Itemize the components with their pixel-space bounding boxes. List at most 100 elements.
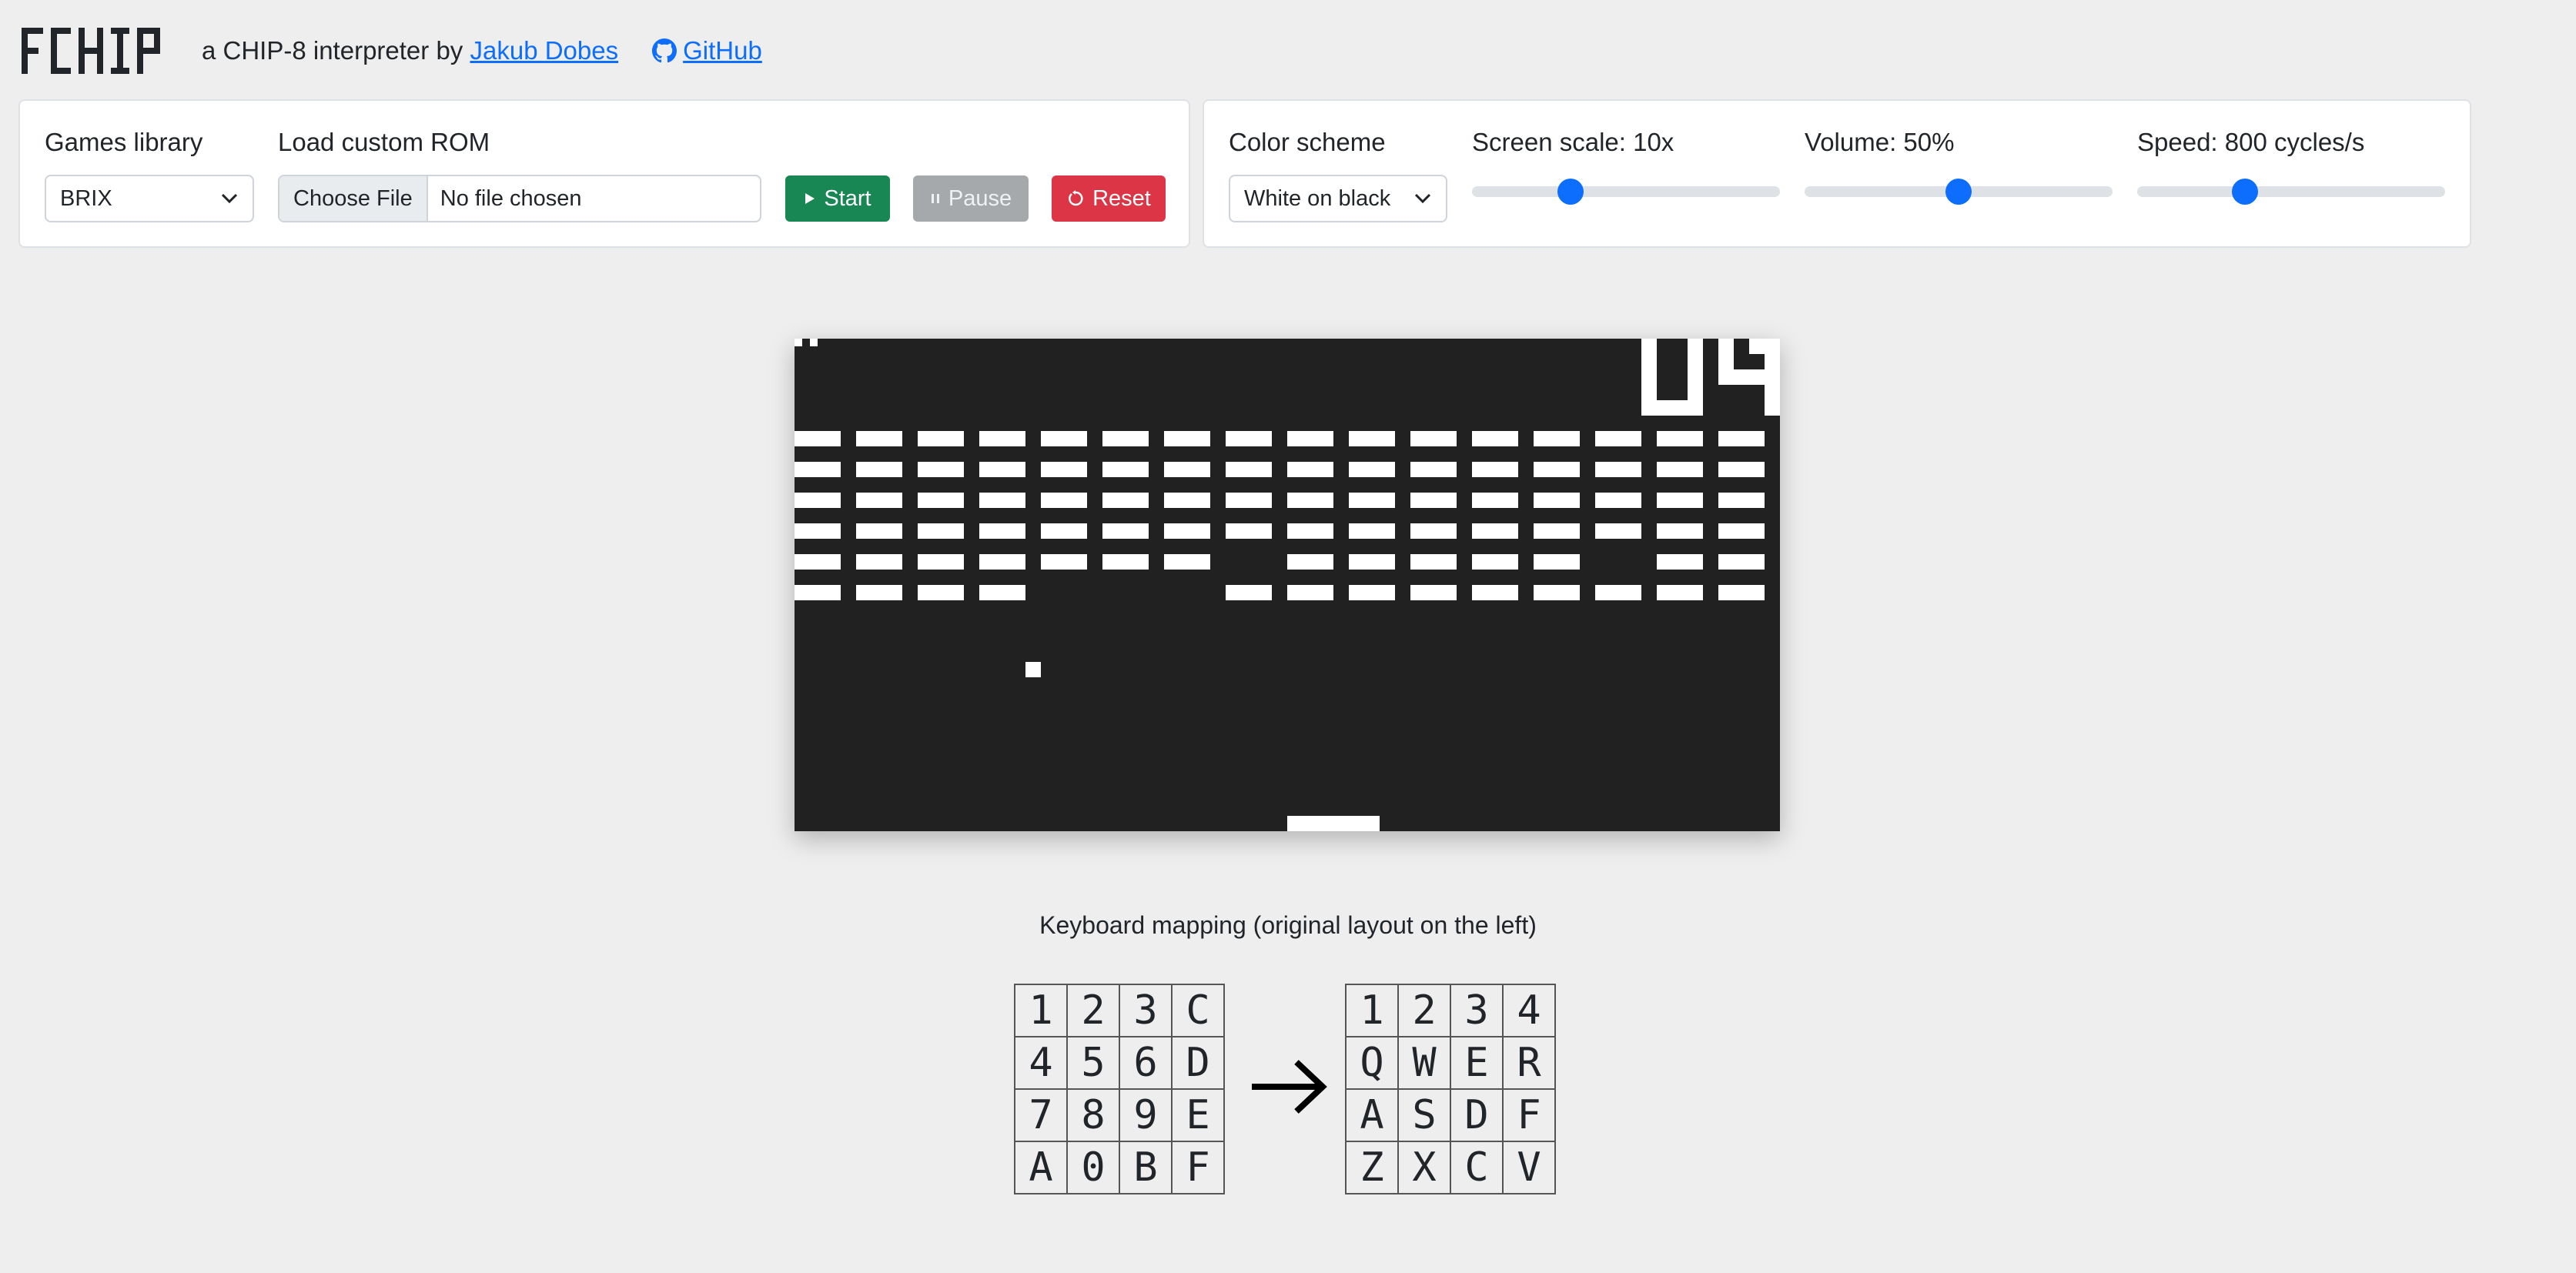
- custom-rom-file-input[interactable]: Choose File No file chosen: [278, 175, 761, 222]
- reset-button[interactable]: Reset: [1052, 175, 1166, 222]
- games-library-select[interactable]: BRIX: [45, 175, 254, 222]
- color-scheme-select[interactable]: White on black: [1229, 175, 1447, 222]
- brick: [1718, 431, 1765, 446]
- score-digit-0: [1641, 339, 1703, 416]
- chevron-down-icon: [1414, 193, 1431, 204]
- keyboard-key: 2: [1397, 984, 1451, 1037]
- brick: [1718, 462, 1765, 477]
- keyboard-key: S: [1397, 1088, 1451, 1142]
- speed-slider[interactable]: [2137, 179, 2445, 205]
- header: a CHIP-8 interpreter by Jakub Dobes GitH…: [22, 22, 762, 80]
- brick: [795, 462, 841, 477]
- brick: [1349, 554, 1395, 570]
- keypad-key: 9: [1119, 1088, 1173, 1142]
- keypad-key: 5: [1066, 1036, 1120, 1090]
- brick: [1102, 554, 1149, 570]
- brick: [1410, 493, 1457, 508]
- color-scheme-value: White on black: [1244, 185, 1391, 211]
- brick: [1410, 431, 1457, 446]
- brick: [1041, 554, 1087, 570]
- brick: [979, 431, 1025, 446]
- brick-field: [795, 431, 1765, 600]
- brick: [1595, 431, 1641, 446]
- brick: [1472, 585, 1518, 600]
- brick: [918, 554, 964, 570]
- volume-slider-thumb[interactable]: [1945, 179, 1972, 205]
- speed-slider-thumb[interactable]: [2232, 179, 2258, 205]
- brick: [1287, 431, 1333, 446]
- brick: [856, 554, 902, 570]
- brick: [1657, 431, 1703, 446]
- keypad-row: 4 5 6 D: [1014, 1036, 1225, 1090]
- brick: [795, 523, 841, 539]
- games-library-label: Games library: [45, 128, 203, 156]
- keypad-key: A: [1014, 1141, 1068, 1194]
- brick: [1410, 585, 1457, 600]
- custom-rom-label: Load custom ROM: [278, 128, 490, 156]
- game-screen[interactable]: [795, 339, 1780, 831]
- pause-label: Pause: [948, 185, 1012, 211]
- brick: [1226, 431, 1272, 446]
- brick: [979, 493, 1025, 508]
- brick: [1041, 493, 1087, 508]
- brick: [1534, 585, 1580, 600]
- screen-scale-slider-thumb[interactable]: [1557, 179, 1584, 205]
- brick: [1657, 523, 1703, 539]
- volume-label: Volume: 50%: [1805, 128, 1955, 156]
- github-link[interactable]: GitHub: [683, 36, 762, 65]
- pause-button[interactable]: Pause: [913, 175, 1029, 222]
- brick: [1349, 431, 1395, 446]
- brick: [1102, 462, 1149, 477]
- brick: [1534, 523, 1580, 539]
- keypad-row: 7 8 9 E: [1014, 1088, 1225, 1142]
- github-link-group[interactable]: GitHub: [652, 36, 762, 65]
- brick: [856, 462, 902, 477]
- brick: [1226, 462, 1272, 477]
- brick: [1287, 462, 1333, 477]
- keyboard-row: A S D F: [1345, 1088, 1556, 1142]
- author-link[interactable]: Jakub Dobes: [470, 36, 618, 65]
- brick: [1164, 462, 1210, 477]
- keyboard-mapping-title: Keyboard mapping (original layout on the…: [1039, 911, 1537, 939]
- brick: [795, 585, 841, 600]
- display-settings-card: Color scheme White on black Screen scale…: [1203, 99, 2471, 248]
- brick: [1287, 493, 1333, 508]
- brick: [1534, 554, 1580, 570]
- keyboard-row: 1 2 3 4: [1345, 984, 1556, 1037]
- ball: [1025, 662, 1041, 677]
- start-label: Start: [824, 185, 871, 211]
- brick: [1041, 431, 1087, 446]
- paddle: [1287, 816, 1380, 831]
- brick: [1226, 585, 1272, 600]
- brick: [1102, 523, 1149, 539]
- brick: [1472, 462, 1518, 477]
- pause-icon: [931, 194, 939, 203]
- brick: [1102, 431, 1149, 446]
- keypad-key: D: [1171, 1036, 1225, 1090]
- screen-scale-slider[interactable]: [1472, 179, 1780, 205]
- brick: [1164, 431, 1210, 446]
- score-digit-4: [1718, 339, 1780, 416]
- brick: [1534, 431, 1580, 446]
- no-file-text: No file chosen: [440, 185, 582, 211]
- keyboard-key: V: [1502, 1141, 1556, 1194]
- keypad-key: 4: [1014, 1036, 1068, 1090]
- app-logo: [22, 24, 165, 78]
- keypad-key: 0: [1066, 1141, 1120, 1194]
- keypad-key: 6: [1119, 1036, 1173, 1090]
- keypad-key: E: [1171, 1088, 1225, 1142]
- keypad-key: 7: [1014, 1088, 1068, 1142]
- volume-slider[interactable]: [1805, 179, 2113, 205]
- logo-pixel-text: [22, 28, 160, 74]
- brick: [1226, 523, 1272, 539]
- reset-icon: [1069, 190, 1083, 206]
- brick: [1718, 493, 1765, 508]
- brick: [856, 523, 902, 539]
- start-button[interactable]: Start: [785, 175, 890, 222]
- choose-file-button[interactable]: Choose File: [279, 176, 428, 221]
- keyboard-key: R: [1502, 1036, 1556, 1090]
- keypad-key: 2: [1066, 984, 1120, 1037]
- brick: [1657, 462, 1703, 477]
- brick: [1657, 493, 1703, 508]
- brick: [1226, 493, 1272, 508]
